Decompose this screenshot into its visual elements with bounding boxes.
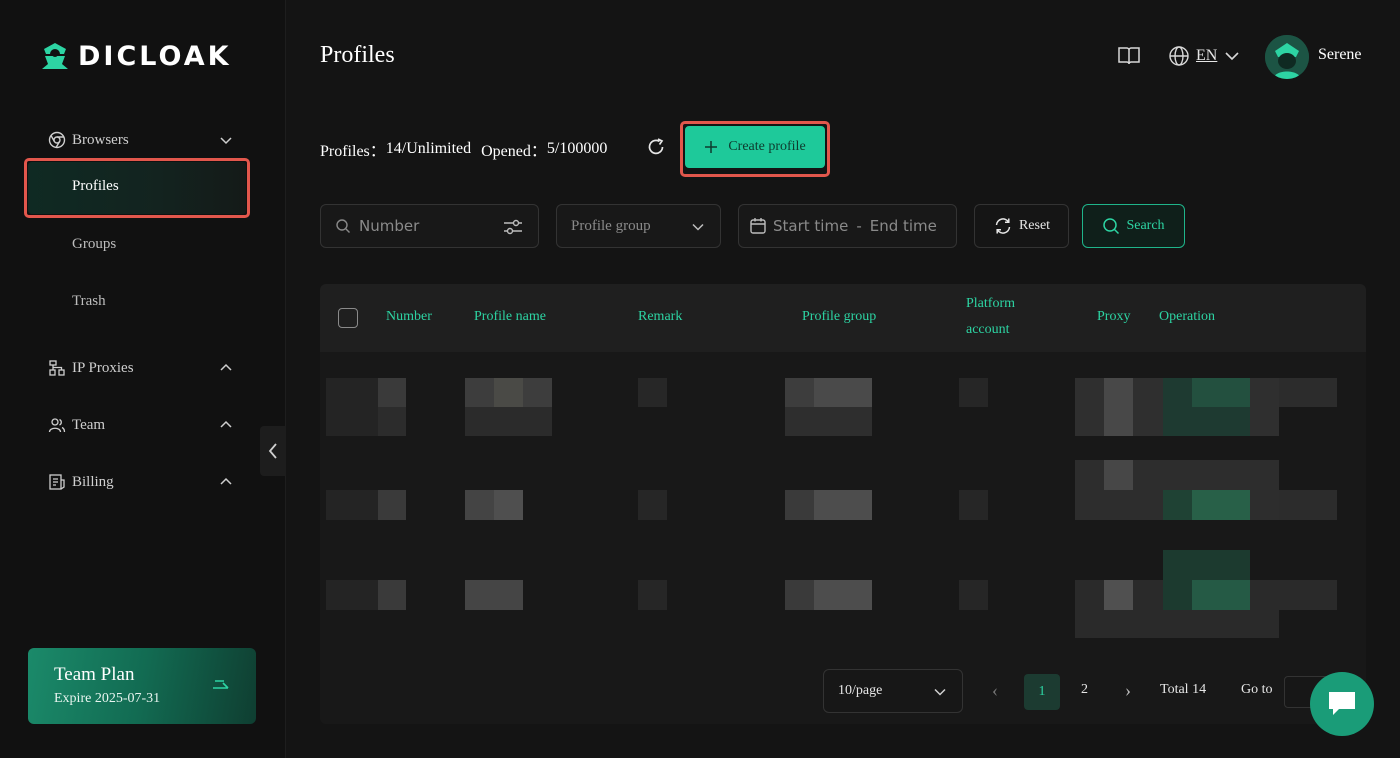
column-remark[interactable]: Remark: [638, 309, 682, 325]
nav-browsers-label: Browsers: [72, 131, 129, 148]
nav-billing[interactable]: Billing: [48, 470, 238, 494]
table-header: Number Profile name Remark Profile group…: [320, 284, 1366, 352]
chevron-up-icon: [220, 363, 232, 371]
page-title: Profiles: [320, 42, 395, 68]
opened-count-value: 5/100000: [546, 140, 608, 157]
nav-ip-proxies[interactable]: IP Proxies: [48, 356, 238, 380]
table-row[interactable]: [320, 550, 1366, 638]
table-row[interactable]: [320, 370, 1366, 456]
username[interactable]: Serene: [1318, 46, 1362, 64]
next-page-button[interactable]: ›: [1125, 680, 1131, 701]
column-profile-group[interactable]: Profile group: [802, 309, 876, 325]
chevron-up-icon: [220, 420, 232, 428]
column-profile-name[interactable]: Profile name: [474, 309, 546, 325]
table-row[interactable]: [320, 460, 1366, 546]
globe-icon: [1169, 46, 1189, 66]
sidebar: DICLOAK Browsers Profiles Groups Trash I…: [0, 0, 286, 758]
proxy-icon: [49, 360, 65, 376]
search-button[interactable]: Search: [1082, 204, 1185, 248]
language-selector[interactable]: EN: [1168, 45, 1241, 67]
highlight-box-create: [680, 121, 830, 177]
calendar-icon: [750, 218, 766, 234]
team-icon: [48, 418, 66, 433]
nav-team-label: Team: [72, 416, 106, 433]
column-proxy[interactable]: Proxy: [1097, 309, 1130, 325]
logo-text: DICLOAK: [78, 40, 232, 72]
logo-icon: [42, 43, 68, 69]
start-time-placeholder[interactable]: Start time: [773, 217, 848, 235]
profiles-count-value: 14/Unlimited: [385, 140, 472, 157]
profile-group-placeholder: Profile group: [571, 217, 651, 234]
pagination: 10/page ‹ 1 2 › Total 14 Go to: [320, 656, 1366, 724]
refresh-icon[interactable]: [646, 137, 666, 157]
reset-button[interactable]: Reset: [974, 204, 1069, 248]
logo[interactable]: DICLOAK: [42, 40, 232, 72]
profile-group-select[interactable]: Profile group: [556, 204, 721, 248]
plan-title: Team Plan: [54, 664, 135, 685]
sidebar-collapse-button[interactable]: [260, 426, 286, 476]
search-icon: [1103, 218, 1120, 235]
nav-billing-label: Billing: [72, 473, 114, 490]
reset-icon: [995, 218, 1011, 234]
page-size-label: 10/page: [838, 683, 883, 698]
avatar[interactable]: [1265, 35, 1309, 79]
page-1-label: 1: [1038, 684, 1046, 699]
chevron-down-icon: [692, 223, 704, 231]
chat-icon: [1329, 692, 1355, 715]
chat-support-button[interactable]: [1310, 672, 1374, 736]
chevron-down-icon: [934, 688, 946, 696]
chevron-down-icon: [220, 137, 232, 145]
nav-ip-proxies-label: IP Proxies: [72, 359, 134, 376]
page-1-button[interactable]: 1: [1024, 674, 1060, 710]
column-platform-account-line1[interactable]: Platform: [966, 296, 1015, 312]
sidebar-item-groups[interactable]: Groups: [72, 236, 116, 253]
column-platform-account-line2[interactable]: account: [966, 322, 1010, 338]
date-separator: -: [856, 217, 862, 235]
page-size-select[interactable]: 10/page: [823, 669, 963, 713]
arrow-right-icon: [213, 680, 229, 689]
language-label: EN: [1196, 47, 1218, 64]
column-operation[interactable]: Operation: [1159, 309, 1215, 325]
number-placeholder: Number: [359, 217, 420, 235]
date-range-picker[interactable]: Start time - End time: [738, 204, 957, 248]
chevron-down-icon: [1225, 52, 1239, 61]
chevron-up-icon: [220, 477, 232, 485]
nav-browsers[interactable]: Browsers: [48, 128, 238, 152]
end-time-placeholder[interactable]: End time: [870, 217, 937, 235]
book-icon[interactable]: [1117, 45, 1141, 67]
billing-icon: [49, 474, 65, 490]
chrome-icon: [48, 131, 66, 149]
profiles-table: Number Profile name Remark Profile group…: [320, 284, 1366, 724]
nav-team[interactable]: Team: [48, 413, 238, 437]
chevron-left-icon: [268, 443, 277, 459]
avatar-icon: [1265, 35, 1309, 79]
column-number[interactable]: Number: [386, 309, 432, 325]
page-2-button[interactable]: 2: [1081, 682, 1088, 698]
sidebar-item-trash[interactable]: Trash: [72, 293, 106, 310]
search-icon: [336, 219, 350, 233]
plan-expire: Expire 2025-07-31: [54, 691, 161, 706]
profiles-count-label: Profiles：: [320, 143, 386, 160]
reset-label: Reset: [1018, 218, 1051, 233]
opened-count-label: Opened：: [481, 143, 547, 160]
number-search-input[interactable]: Number: [320, 204, 539, 248]
search-label: Search: [1126, 218, 1165, 233]
profile-stats: Profiles： 14/Unlimited Opened： 5/100000: [320, 137, 607, 161]
select-all-checkbox[interactable]: [338, 308, 358, 328]
team-plan-card[interactable]: Team Plan Expire 2025-07-31: [28, 648, 256, 724]
prev-page-button[interactable]: ‹: [992, 680, 998, 701]
goto-label: Go to: [1241, 682, 1273, 697]
highlight-box-profiles: [24, 158, 250, 218]
total-count: Total 14: [1160, 682, 1207, 697]
filter-sliders-icon[interactable]: [502, 217, 524, 237]
